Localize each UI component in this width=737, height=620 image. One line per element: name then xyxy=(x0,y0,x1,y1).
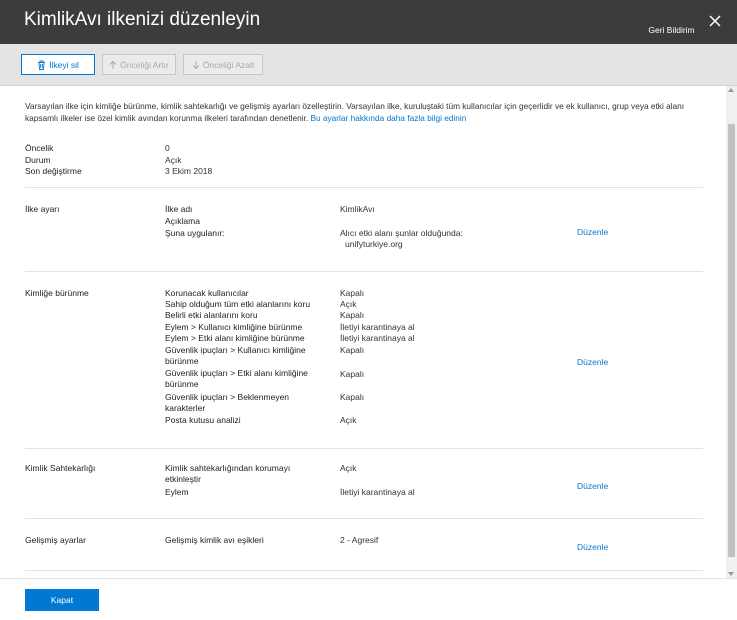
dialog-title: KimlikAvı ilkenizi düzenleyin xyxy=(24,9,261,30)
spoof-section-title: Kimlik Sahtekarlığı xyxy=(25,463,96,473)
arrow-down-icon xyxy=(192,60,200,69)
impersonation-row-value: Kapalı xyxy=(340,310,365,320)
impersonation-section-title: Kimliğe bürünme xyxy=(25,288,89,298)
applies-to-domain: unifyturkiye.org xyxy=(345,239,403,249)
feedback-button[interactable]: Geri Bildirim xyxy=(634,17,709,42)
vertical-scrollbar[interactable] xyxy=(726,86,737,578)
impersonation-row-label: Güvenlik ipuçları > Kullanıcı kimliğine … xyxy=(165,345,306,366)
advanced-section-title: Gelişmiş ayarlar xyxy=(25,535,86,545)
priority-label: Öncelik xyxy=(25,143,54,153)
impersonation-row-label: Güvenlik ipuçları > Beklenmeyen karakter… xyxy=(165,392,290,413)
scrollbar-thumb[interactable] xyxy=(728,124,735,557)
learn-more-link[interactable]: Bu ayarlar hakkında daha fazla bilgi edi… xyxy=(310,113,466,123)
increase-priority-label: Önceliği Artır xyxy=(120,59,169,70)
impersonation-row-label: Sahip olduğum tüm etki alanlarını koru xyxy=(165,299,311,309)
status-label: Durum xyxy=(25,155,51,165)
impersonation-row-label: Belirli etki alanlarını koru xyxy=(165,310,258,320)
trash-icon xyxy=(38,60,46,70)
advanced-row-value: 2 - Agresif xyxy=(340,535,379,545)
impersonation-row-value: Açık xyxy=(340,299,357,309)
impersonation-row-label: Korunacak kullanıcılar xyxy=(165,288,249,298)
policy-name-value: KimlikAvı xyxy=(340,204,375,214)
scroll-up-icon[interactable] xyxy=(728,88,734,92)
command-bar: İlkeyi sil Önceliği Artır Önceliği Azalt xyxy=(0,44,737,86)
impersonation-row-value: Kapalı xyxy=(340,392,365,402)
applies-to-label: Şuna uygulanır: xyxy=(165,228,225,238)
spoof-row-value: Açık xyxy=(340,463,357,473)
last-modified-label: Son değiştirme xyxy=(25,166,82,176)
status-value: Açık xyxy=(165,155,182,165)
close-button[interactable]: Kapat xyxy=(25,589,99,611)
divider xyxy=(25,570,703,571)
divider xyxy=(25,187,703,188)
impersonation-row-value: Kapalı xyxy=(340,369,365,379)
last-modified-value: 3 Ekim 2018 xyxy=(165,166,213,176)
impersonation-row-value: Kapalı xyxy=(340,288,365,298)
divider xyxy=(25,448,703,449)
decrease-priority-label: Önceliği Azalt xyxy=(202,59,255,70)
impersonation-row-value: İletiyi karantinaya al xyxy=(340,333,415,343)
close-icon[interactable] xyxy=(707,13,723,29)
impersonation-row-label: Eylem > Kullanıcı kimliğine bürünme xyxy=(165,322,303,332)
intro-paragraph: Varsayılan ilke için kimliğe bürünme, ki… xyxy=(25,100,715,124)
edit-spoof-link[interactable]: Düzenle xyxy=(577,481,608,491)
advanced-row-label: Gelişmiş kimlik avı eşikleri xyxy=(165,535,264,545)
scroll-down-icon[interactable] xyxy=(728,572,734,576)
priority-value: 0 xyxy=(165,143,170,153)
divider xyxy=(25,271,703,272)
impersonation-row-label: Eylem > Etki alanı kimliğine bürünme xyxy=(165,333,305,343)
delete-policy-label: İlkeyi sil xyxy=(49,59,79,70)
policy-name-label: İlke adı xyxy=(165,204,193,214)
impersonation-row-value: Açık xyxy=(340,415,357,425)
impersonation-row-label: Güvenlik ipuçları > Etki alanı kimliğine… xyxy=(165,368,308,389)
decrease-priority-button[interactable]: Önceliği Azalt xyxy=(183,54,263,75)
spoof-row-value: İletiyi karantinaya al xyxy=(340,487,415,497)
arrow-up-icon xyxy=(109,60,117,69)
description-label: Açıklama xyxy=(165,216,200,226)
applies-to-condition: Alıcı etki alanı şunlar olduğunda: xyxy=(340,228,463,238)
impersonation-row-value: İletiyi karantinaya al xyxy=(340,322,415,332)
policy-section-title: İlke ayarı xyxy=(25,204,60,214)
divider xyxy=(25,518,703,519)
dialog-content: Varsayılan ilke için kimliğe bürünme, ki… xyxy=(0,86,726,578)
edit-advanced-link[interactable]: Düzenle xyxy=(577,542,608,552)
impersonation-row-label: Posta kutusu analizi xyxy=(165,415,241,425)
increase-priority-button[interactable]: Önceliği Artır xyxy=(102,54,176,75)
spoof-row-label: Eylem xyxy=(165,487,189,497)
edit-impersonation-link[interactable]: Düzenle xyxy=(577,357,608,367)
edit-policy-link[interactable]: Düzenle xyxy=(577,227,608,237)
spoof-row-label: Kimlik sahtekarlığından korumayı etkinle… xyxy=(165,463,291,484)
dialog-footer: Kapat xyxy=(0,578,737,620)
dialog-header: KimlikAvı ilkenizi düzenleyin xyxy=(0,0,737,44)
impersonation-row-value: Kapalı xyxy=(340,345,365,355)
delete-policy-button[interactable]: İlkeyi sil xyxy=(21,54,95,75)
